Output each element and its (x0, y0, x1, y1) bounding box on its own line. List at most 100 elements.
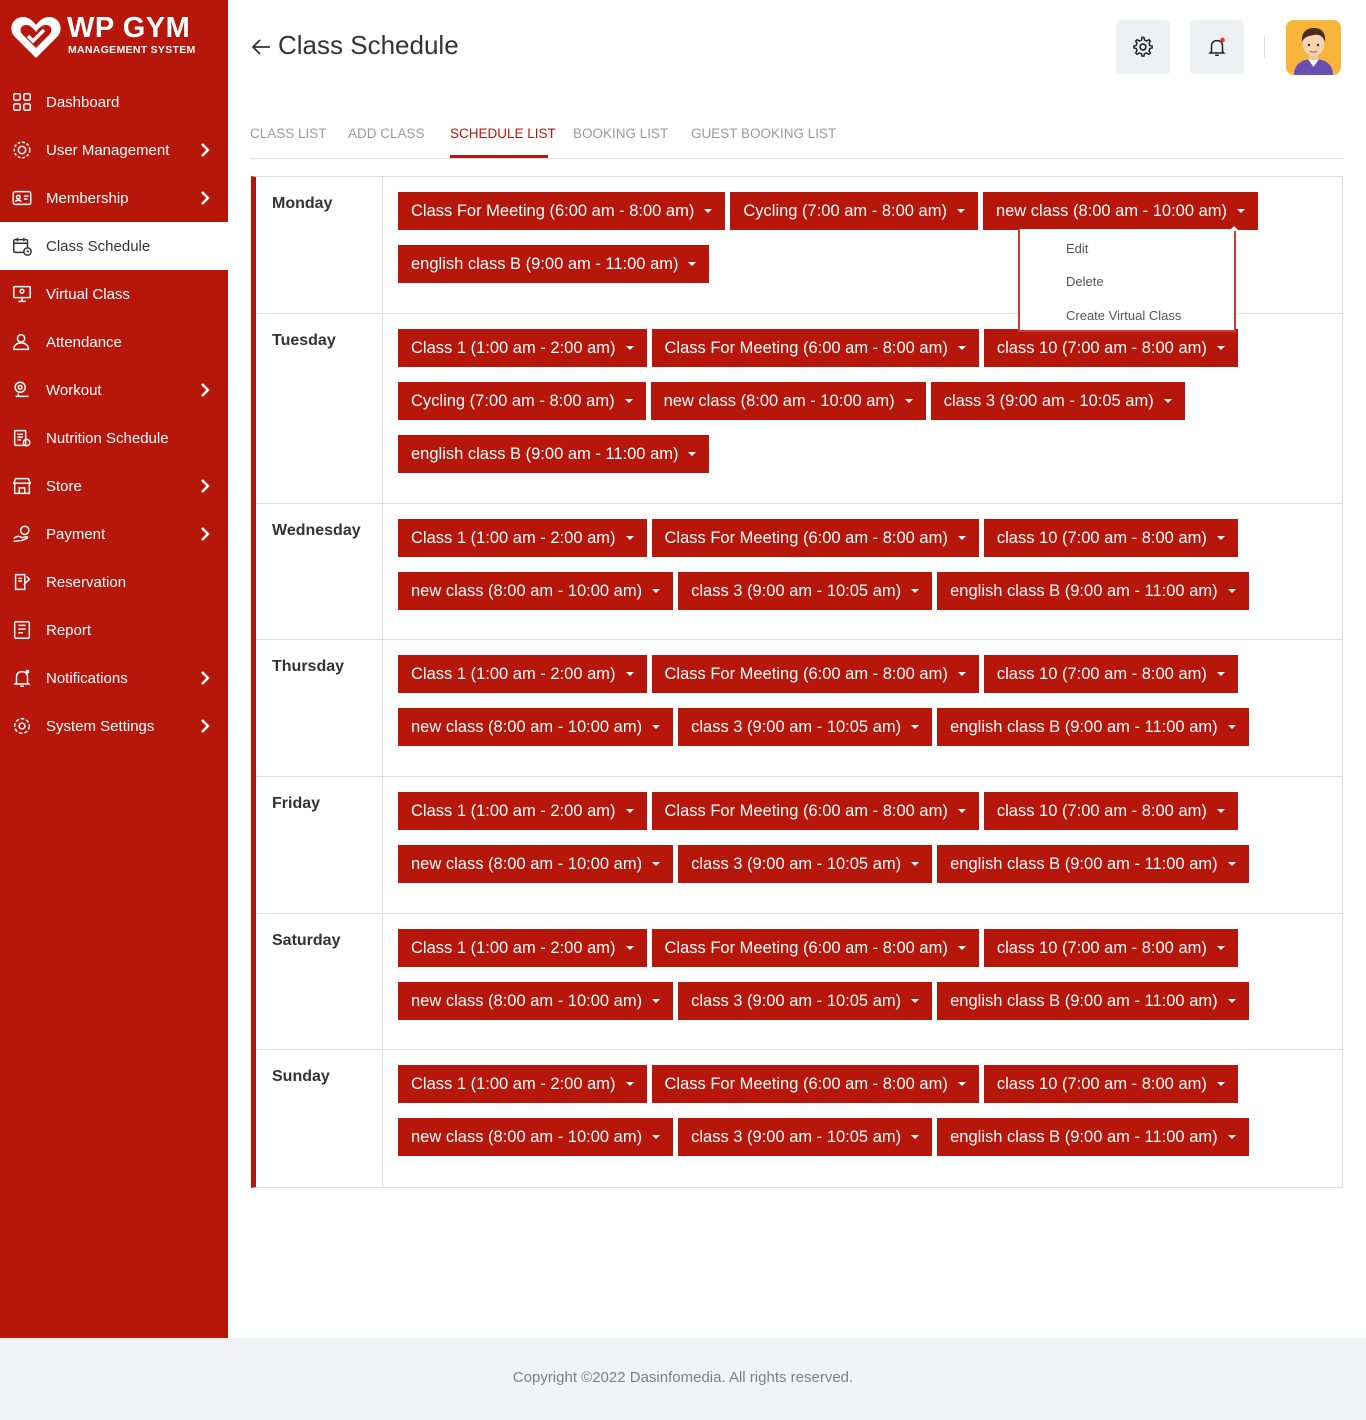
class-dropdown-button[interactable]: new class (8:00 am - 10:00 am) (398, 1118, 674, 1156)
sidebar-item-dashboard[interactable]: Dashboard (0, 78, 228, 126)
class-label: new class (8:00 am - 10:00 am) (411, 854, 643, 873)
sidebar-item-reservation[interactable]: Reservation (0, 558, 228, 606)
class-dropdown-button[interactable]: class 10 (7:00 am - 8:00 am) (983, 655, 1238, 693)
dropdown-delete[interactable]: Delete (1066, 274, 1104, 289)
sidebar-item-store[interactable]: Store (0, 462, 228, 510)
logo-heart-icon (11, 17, 61, 58)
tab-guest-booking-list[interactable]: GUEST BOOKING LIST (691, 126, 836, 141)
gear-icon (1133, 36, 1153, 57)
class-label: english class B (9:00 am - 11:00 am) (950, 581, 1218, 600)
class-dropdown-button[interactable]: english class B (9:00 am - 11:00 am) (937, 982, 1249, 1020)
tab-class-list[interactable]: CLASS LIST (250, 126, 327, 141)
caret-down-icon (625, 672, 634, 676)
page-title: Class Schedule (278, 30, 459, 60)
class-dropdown-button[interactable]: class 3 (9:00 am - 10:05 am) (678, 982, 933, 1020)
class-dropdown-button[interactable]: Class For Meeting (6:00 am - 8:00 am) (651, 792, 979, 830)
dropdown-edit[interactable]: Edit (1066, 241, 1088, 256)
class-dropdown-button[interactable]: Class 1 (1:00 am - 2:00 am) (398, 329, 647, 367)
class-dropdown-button[interactable]: english class B (9:00 am - 11:00 am) (937, 845, 1249, 883)
class-dropdown-button[interactable]: english class B (9:00 am - 11:00 am) (937, 1118, 1249, 1156)
class-dropdown-button[interactable]: Class 1 (1:00 am - 2:00 am) (398, 655, 647, 693)
class-dropdown-button[interactable]: english class B (9:00 am - 11:00 am) (937, 708, 1249, 746)
active-tab-indicator (450, 155, 548, 158)
class-dropdown-button[interactable]: english class B (9:00 am - 11:00 am) (937, 572, 1249, 610)
sidebar-item-payment[interactable]: Payment (0, 510, 228, 558)
class-label: class 10 (7:00 am - 8:00 am) (996, 664, 1207, 683)
notifications-button[interactable] (1190, 20, 1244, 74)
class-dropdown-button[interactable]: class 3 (9:00 am - 10:05 am) (678, 572, 933, 610)
sidebar-item-user-management[interactable]: User Management (0, 126, 228, 174)
header: Class Schedule (250, 20, 1350, 80)
class-dropdown-button[interactable]: Cycling (7:00 am - 8:00 am) (398, 382, 646, 420)
sidebar-item-nutrition-schedule[interactable]: Nutrition Schedule (0, 414, 228, 462)
avatar[interactable] (1286, 20, 1341, 75)
class-dropdown-button[interactable]: Class For Meeting (6:00 am - 8:00 am) (651, 329, 979, 367)
chevron-right-icon (201, 383, 210, 397)
day-column-divider (382, 777, 383, 913)
class-dropdown-button[interactable]: class 3 (9:00 am - 10:05 am) (678, 708, 933, 746)
class-dropdown-button[interactable]: new class (8:00 am - 10:00 am) (650, 382, 926, 420)
dropdown-create-virtual-class[interactable]: Create Virtual Class (1066, 308, 1181, 323)
class-label: Class 1 (1:00 am - 2:00 am) (411, 1074, 616, 1093)
class-dropdown-button[interactable]: Cycling (7:00 am - 8:00 am) (730, 192, 978, 230)
class-dropdown-button[interactable]: Class For Meeting (6:00 am - 8:00 am) (398, 192, 726, 230)
sidebar-item-attendance[interactable]: Attendance (0, 318, 228, 366)
tab-add-class[interactable]: ADD CLASS (348, 126, 425, 141)
sidebar-item-report[interactable]: Report (0, 606, 228, 654)
class-dropdown-button[interactable]: Class 1 (1:00 am - 2:00 am) (398, 1065, 647, 1103)
class-dropdown-button[interactable]: new class (8:00 am - 10:00 am) (398, 708, 674, 746)
sidebar-item-notifications[interactable]: Notifications (0, 654, 228, 702)
calendar-icon (10, 234, 34, 258)
class-dropdown-button[interactable]: class 10 (7:00 am - 8:00 am) (983, 519, 1238, 557)
class-dropdown-button[interactable]: class 10 (7:00 am - 8:00 am) (983, 329, 1238, 367)
settings-button[interactable] (1116, 20, 1170, 74)
day-label: Monday (272, 195, 333, 212)
class-dropdown-button[interactable]: new class (8:00 am - 10:00 am) (398, 982, 674, 1020)
sidebar-item-label: Virtual Class (46, 285, 130, 303)
sidebar-item-class-schedule[interactable]: Class Schedule (0, 222, 228, 270)
class-label: Class For Meeting (6:00 am - 8:00 am) (664, 338, 948, 357)
class-dropdown-button[interactable]: class 10 (7:00 am - 8:00 am) (983, 1065, 1238, 1103)
class-dropdown-button[interactable]: new class (8:00 am - 10:00 am) (398, 572, 674, 610)
class-dropdown-button[interactable]: class 3 (9:00 am - 10:05 am) (678, 1118, 933, 1156)
caret-down-icon (652, 589, 661, 593)
caret-down-icon (1216, 672, 1225, 676)
tab-schedule-list[interactable]: SCHEDULE LIST (450, 126, 556, 141)
sidebar-item-label: Notifications (46, 669, 128, 687)
class-dropdown-button[interactable]: Class For Meeting (6:00 am - 8:00 am) (651, 929, 979, 967)
sidebar-item-label: Class Schedule (46, 237, 151, 255)
caret-down-icon (1227, 725, 1236, 729)
class-dropdown-button[interactable]: Class 1 (1:00 am - 2:00 am) (398, 519, 647, 557)
sidebar-item-virtual-class[interactable]: Virtual Class (0, 270, 228, 318)
sidebar-item-membership[interactable]: Membership (0, 174, 228, 222)
sidebar-item-workout[interactable]: Workout (0, 366, 228, 414)
class-dropdown-button[interactable]: Class For Meeting (6:00 am - 8:00 am) (651, 655, 979, 693)
class-label: new class (8:00 am - 10:00 am) (995, 201, 1228, 220)
class-dropdown-button[interactable]: Class 1 (1:00 am - 2:00 am) (398, 929, 647, 967)
class-dropdown-button[interactable]: english class B (9:00 am - 11:00 am) (398, 245, 710, 283)
class-dropdown-button[interactable]: class 3 (9:00 am - 10:05 am) (930, 382, 1185, 420)
schedule-row: Thursday Class 1 (1:00 am - 2:00 am) Class… (256, 640, 1343, 777)
back-arrow-icon[interactable] (250, 36, 272, 58)
class-dropdown-button[interactable]: Class 1 (1:00 am - 2:00 am) (398, 792, 647, 830)
class-label: Class For Meeting (6:00 am - 8:00 am) (664, 938, 948, 957)
class-dropdown-button[interactable]: new class (8:00 am - 10:00 am) (398, 845, 674, 883)
class-label: english class B (9:00 am - 11:00 am) (950, 1127, 1218, 1146)
class-dropdown-button[interactable]: Class For Meeting (6:00 am - 8:00 am) (651, 519, 979, 557)
class-label: english class B (9:00 am - 11:00 am) (950, 991, 1218, 1010)
class-label: Class 1 (1:00 am - 2:00 am) (411, 664, 616, 683)
class-dropdown-button[interactable]: class 3 (9:00 am - 10:05 am) (678, 845, 933, 883)
class-dropdown-button[interactable]: english class B (9:00 am - 11:00 am) (398, 435, 710, 473)
class-list: Class 1 (1:00 am - 2:00 am) Class For Mee… (398, 929, 1338, 1035)
class-list: Class 1 (1:00 am - 2:00 am) Class For Mee… (398, 655, 1338, 761)
class-dropdown-button[interactable]: Class For Meeting (6:00 am - 8:00 am) (651, 1065, 979, 1103)
day-column-divider (382, 314, 383, 503)
tab-booking-list[interactable]: BOOKING LIST (573, 126, 668, 141)
sidebar-item-system-settings[interactable]: System Settings (0, 702, 228, 750)
day-column-divider (382, 1050, 383, 1188)
class-dropdown-button[interactable]: new class (8:00 am - 10:00 am) (982, 192, 1259, 230)
membership-card-icon (10, 186, 34, 210)
class-dropdown-button[interactable]: class 10 (7:00 am - 8:00 am) (983, 929, 1238, 967)
logo[interactable]: WP GYM MANAGEMENT SYSTEM (10, 12, 220, 62)
class-dropdown-button[interactable]: class 10 (7:00 am - 8:00 am) (983, 792, 1238, 830)
